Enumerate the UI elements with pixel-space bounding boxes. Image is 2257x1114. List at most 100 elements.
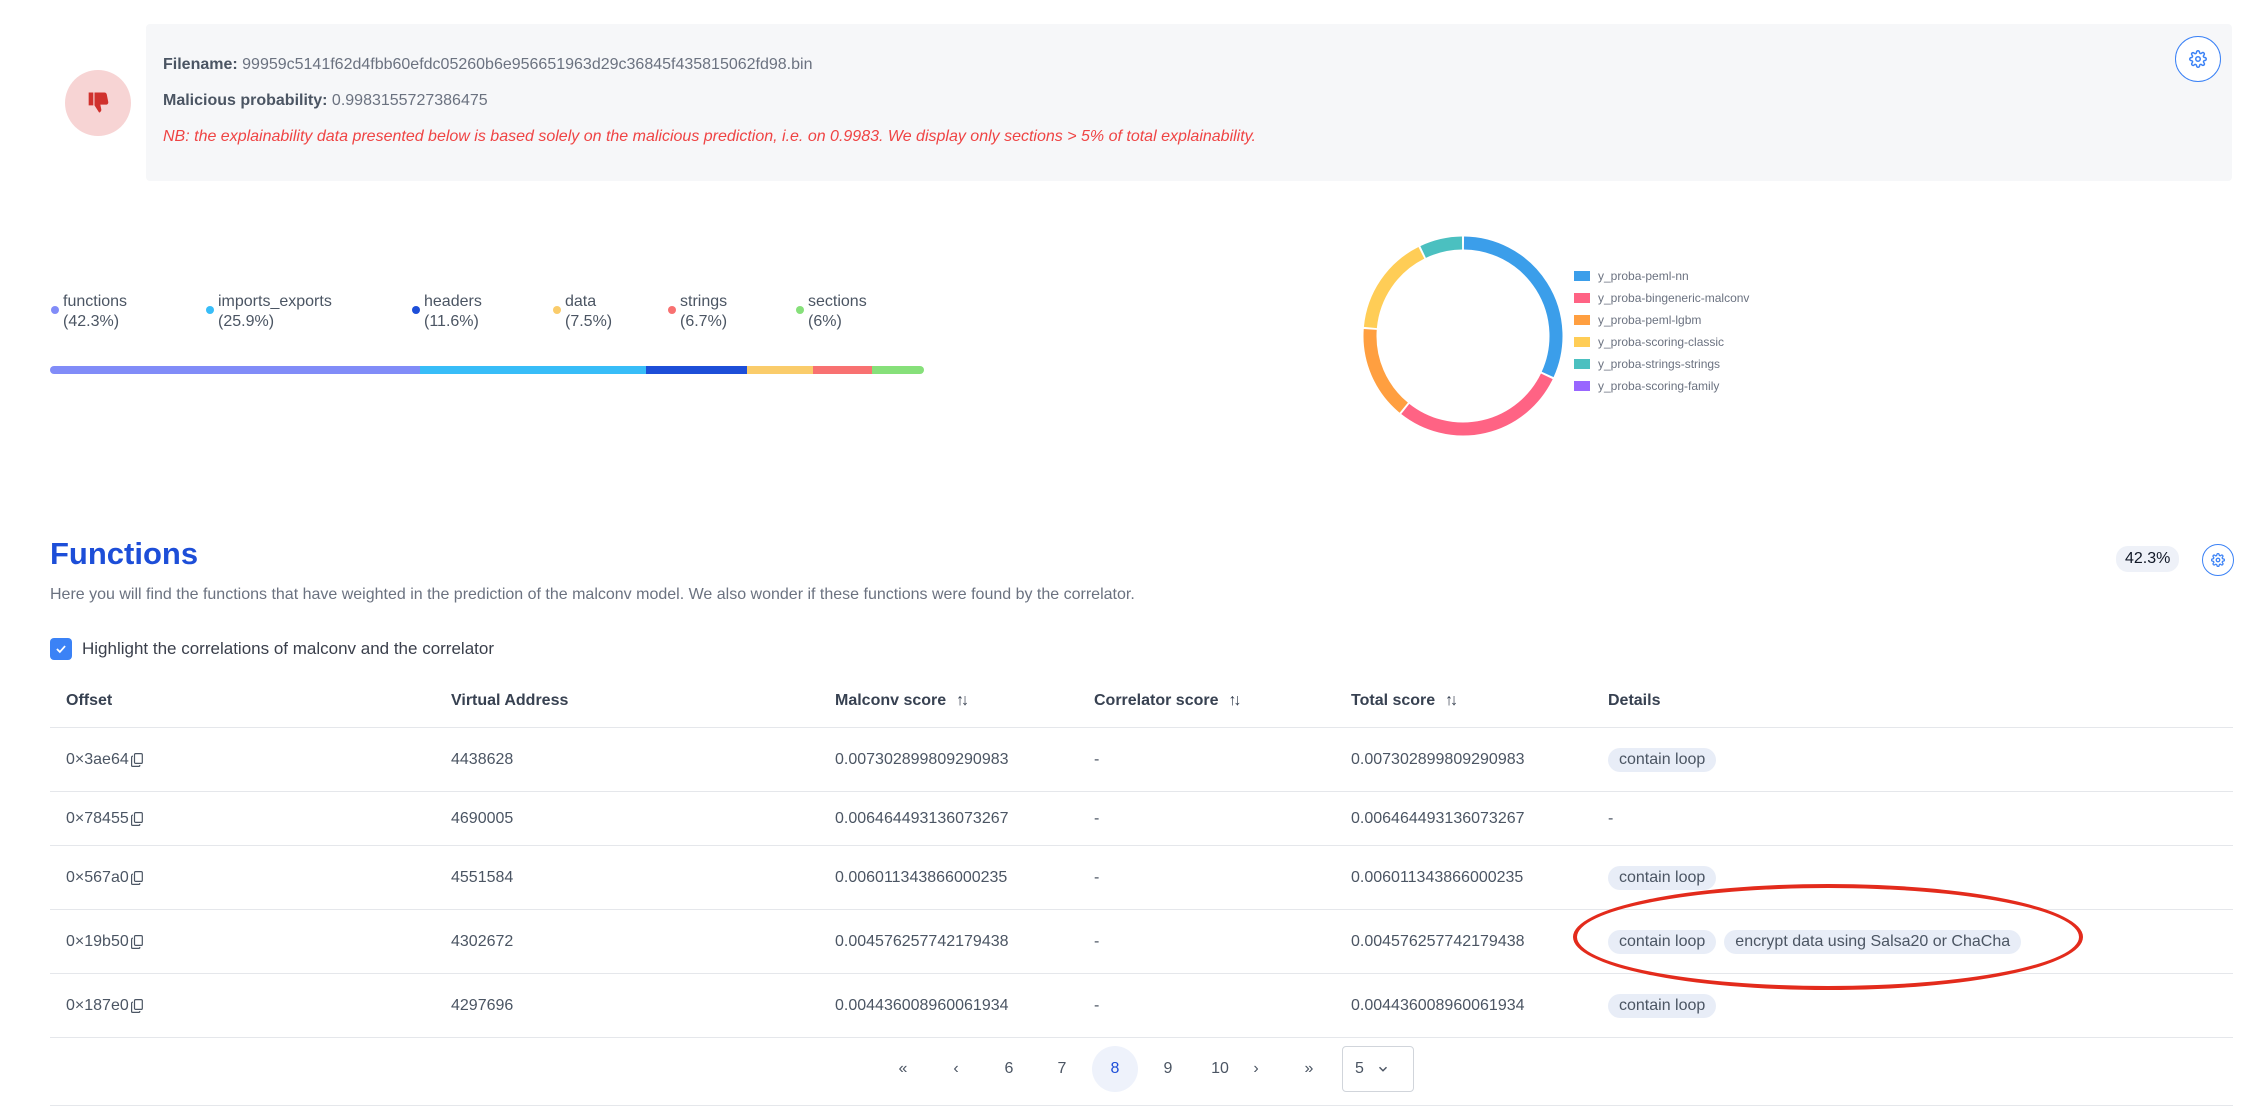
stacked-bar-segment bbox=[747, 366, 813, 374]
copy-icon[interactable] bbox=[130, 870, 143, 885]
legend-swatch bbox=[1574, 359, 1590, 369]
cell-malconv-score: 0.004576257742179438 bbox=[835, 932, 1009, 950]
copy-icon[interactable] bbox=[130, 998, 143, 1013]
category-name: data bbox=[565, 293, 597, 310]
donut-legend-item[interactable]: y_proba-peml-lgbm bbox=[1574, 312, 1749, 334]
donut-slice[interactable] bbox=[1463, 236, 1563, 378]
functions-description: Here you will find the functions that ha… bbox=[50, 586, 1135, 603]
donut-legend-item[interactable]: y_proba-peml-nn bbox=[1574, 268, 1749, 290]
donut-slice[interactable] bbox=[1363, 247, 1425, 329]
donut-legend-item[interactable]: y_proba-bingeneric-malconv bbox=[1574, 290, 1749, 312]
detail-chip: contain loop bbox=[1608, 929, 1717, 954]
donut-slice[interactable] bbox=[1420, 236, 1463, 258]
legend-swatch bbox=[1574, 293, 1590, 303]
cell-offset: 0×78455 bbox=[66, 792, 143, 845]
cell-malconv-score: 0.007302899809290983 bbox=[835, 750, 1009, 768]
cell-malconv-score: 0.006011343866000235 bbox=[835, 868, 1008, 886]
prev-page-button[interactable]: ‹ bbox=[933, 1046, 979, 1092]
sort-icon[interactable]: ↑↓ bbox=[1229, 692, 1242, 710]
cell-details: contain loop bbox=[1608, 846, 1724, 909]
col-malconv-score[interactable]: Malconv score ↑↓ bbox=[835, 692, 969, 710]
explainability-note: NB: the explainability data presented be… bbox=[163, 128, 1256, 145]
probability-line: Malicious probability: 0.998315572738647… bbox=[163, 92, 488, 109]
table-row: 0×567a0 4551584 0.006011343866000235 - 0.006… bbox=[50, 846, 2233, 910]
page-6-button[interactable]: 6 bbox=[986, 1046, 1032, 1092]
stacked-bar-segment bbox=[646, 366, 748, 374]
detail-chip: contain loop bbox=[1608, 865, 1717, 890]
stacked-bar-segment bbox=[419, 366, 647, 374]
detail-text: - bbox=[1608, 809, 1614, 827]
cell-malconv-score: 0.004436008960061934 bbox=[835, 996, 1009, 1014]
detail-chip: contain loop bbox=[1608, 747, 1717, 772]
page-size-select[interactable]: 5 bbox=[1342, 1046, 1414, 1092]
pagination: « ‹ 6 7 8 9 10 › » 5 bbox=[50, 1036, 2233, 1106]
sort-icon[interactable]: ↑↓ bbox=[956, 692, 969, 710]
legend-swatch bbox=[1574, 337, 1590, 347]
donut-legend-label: y_proba-bingeneric-malconv bbox=[1598, 291, 1750, 305]
functions-percent-badge: 42.3% bbox=[2116, 546, 2180, 572]
page-8-button[interactable]: 8 bbox=[1092, 1046, 1138, 1092]
category-name: headers bbox=[424, 293, 482, 310]
cell-correlator-score: - bbox=[1094, 750, 1100, 768]
page-7-button[interactable]: 7 bbox=[1039, 1046, 1085, 1092]
category-pct: (25.9%) bbox=[218, 313, 275, 330]
category-pct: (42.3%) bbox=[63, 313, 120, 330]
highlight-correlations-toggle[interactable]: Highlight the correlations of malconv an… bbox=[50, 638, 494, 660]
first-page-button[interactable]: « bbox=[880, 1046, 926, 1092]
sort-icon[interactable]: ↑↓ bbox=[1445, 692, 1458, 710]
functions-table: Offset Virtual Address Malconv score ↑↓ … bbox=[50, 676, 2233, 1038]
col-correlator-score[interactable]: Correlator score ↑↓ bbox=[1094, 692, 1242, 710]
file-info-card: Filename: 99959c5141f62d4fbb60efdc05260b… bbox=[146, 24, 2232, 181]
category-name: strings bbox=[680, 293, 728, 310]
donut-legend-label: y_proba-scoring-classic bbox=[1598, 335, 1725, 349]
model-donut-chart bbox=[1363, 236, 1563, 436]
copy-icon[interactable] bbox=[130, 811, 143, 826]
page-size-value: 5 bbox=[1355, 1060, 1364, 1077]
copy-icon[interactable] bbox=[130, 934, 143, 949]
donut-slice[interactable] bbox=[1401, 373, 1553, 436]
chevron-down-icon bbox=[1378, 1066, 1387, 1072]
cell-malconv-score: 0.006464493136073267 bbox=[835, 809, 1009, 827]
col-virtual-address: Virtual Address bbox=[451, 692, 569, 709]
copy-icon[interactable] bbox=[130, 752, 143, 767]
check-icon bbox=[56, 645, 66, 654]
functions-title: Functions bbox=[50, 536, 199, 571]
stacked-bar-segment bbox=[812, 366, 872, 374]
cell-correlator-score: - bbox=[1094, 868, 1100, 886]
table-row: 0×3ae64 4438628 0.007302899809290983 - 0.007… bbox=[50, 728, 2233, 792]
donut-legend-label: y_proba-strings-strings bbox=[1598, 357, 1721, 371]
cell-details: - bbox=[1608, 792, 1613, 845]
category-legend-item: sections (6%) bbox=[796, 292, 867, 332]
donut-legend-item[interactable]: y_proba-strings-strings bbox=[1574, 356, 1749, 378]
settings-button[interactable] bbox=[2175, 36, 2221, 82]
functions-settings-button[interactable] bbox=[2202, 544, 2234, 576]
donut-slice[interactable] bbox=[1363, 328, 1409, 413]
thumbs-down-icon bbox=[88, 92, 109, 113]
legend-dot bbox=[412, 306, 420, 314]
col-details: Details bbox=[1608, 692, 1661, 709]
gear-icon bbox=[2189, 50, 2207, 68]
highlight-checkbox-label: Highlight the correlations of malconv an… bbox=[82, 639, 494, 658]
cell-details: contain loop bbox=[1608, 974, 1724, 1037]
legend-dot bbox=[206, 306, 214, 314]
probability-value: 0.9983155727386475 bbox=[331, 92, 488, 109]
col-total-score[interactable]: Total score ↑↓ bbox=[1351, 692, 1458, 710]
table-row: 0×187e0 4297696 0.004436008960061934 - 0.004… bbox=[50, 974, 2233, 1038]
legend-swatch bbox=[1574, 381, 1590, 391]
donut-legend-item[interactable]: y_proba-scoring-family bbox=[1574, 378, 1749, 400]
highlight-checkbox[interactable] bbox=[50, 638, 72, 660]
cell-total-score: 0.007302899809290983 bbox=[1351, 750, 1525, 768]
donut-legend-item[interactable]: y_proba-scoring-classic bbox=[1574, 334, 1749, 356]
category-name: imports_exports bbox=[218, 293, 332, 310]
legend-swatch bbox=[1574, 315, 1590, 325]
page-9-button[interactable]: 9 bbox=[1145, 1046, 1191, 1092]
thumbs-down-avatar bbox=[65, 70, 131, 136]
next-page-button[interactable]: › bbox=[1233, 1046, 1279, 1092]
stacked-bar-segment bbox=[50, 366, 420, 374]
last-page-button[interactable]: » bbox=[1286, 1046, 1332, 1092]
stacked-bar-segment bbox=[871, 366, 924, 374]
table-row: 0×19b50 4302672 0.004576257742179438 - 0.004… bbox=[50, 910, 2233, 974]
legend-dot bbox=[668, 306, 676, 314]
category-legend-item: headers (11.6%) bbox=[412, 292, 482, 332]
table-body: 0×3ae64 4438628 0.007302899809290983 - 0.007… bbox=[50, 728, 2233, 1038]
